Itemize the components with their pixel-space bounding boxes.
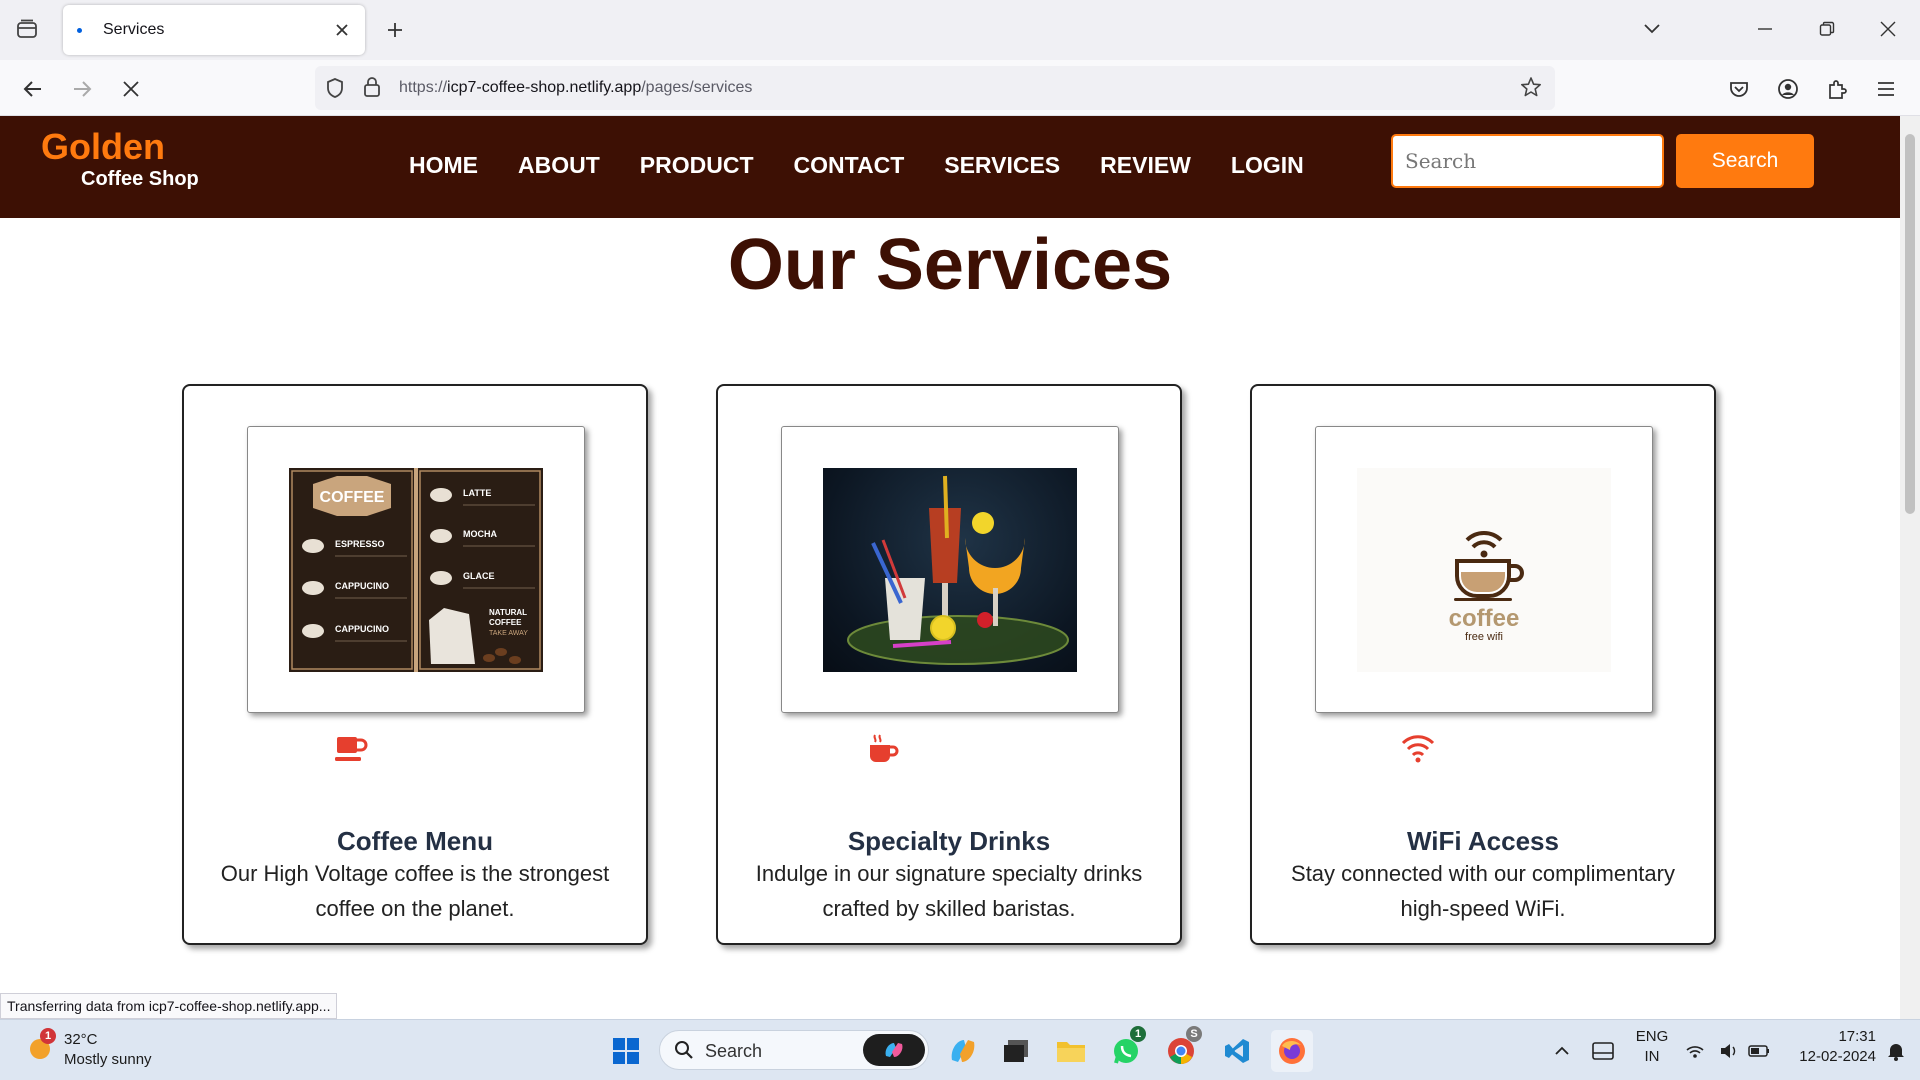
weather-badge: 1 bbox=[40, 1028, 56, 1044]
brand-subtitle[interactable]: Coffee Shop bbox=[81, 168, 199, 191]
tracking-protection-shield-icon[interactable] bbox=[325, 77, 345, 104]
tab-title: Services bbox=[103, 21, 165, 38]
stop-loading-icon[interactable] bbox=[114, 72, 148, 106]
url-scheme: https:// bbox=[399, 79, 448, 96]
taskbar-search-label: Search bbox=[705, 1041, 763, 1061]
touch-keyboard-icon[interactable] bbox=[1582, 1030, 1624, 1072]
image-frame: coffee free wifi bbox=[1315, 426, 1653, 713]
mug-icon bbox=[332, 731, 368, 767]
menu-promo-line-2: COFFEE bbox=[489, 618, 522, 627]
site-nav: HOME ABOUT PRODUCT CONTACT SERVICES REVI… bbox=[409, 152, 1304, 179]
browser-nav-bar: https://icp7-coffee-shop.netlify.app/pag… bbox=[0, 60, 1920, 116]
language-region[interactable]: IN bbox=[1627, 1048, 1677, 1065]
page-viewport: Golden Coffee Shop HOME ABOUT PRODUCT CO… bbox=[0, 116, 1900, 1019]
nav-about[interactable]: ABOUT bbox=[518, 152, 600, 179]
wifi-icon bbox=[1400, 731, 1436, 767]
list-all-tabs-icon[interactable] bbox=[1632, 12, 1672, 46]
menu-promo-line-3: TAKE AWAY bbox=[489, 630, 528, 637]
coffee-wifi-logo-image: coffee free wifi bbox=[1357, 468, 1611, 672]
nav-product[interactable]: PRODUCT bbox=[640, 152, 754, 179]
pocket-icon[interactable] bbox=[1722, 72, 1756, 106]
task-view-icon[interactable] bbox=[995, 1030, 1037, 1072]
image-frame: COFFEE ESPRESSO CAPPUCINO CAPPUCINO LATT… bbox=[247, 426, 585, 713]
hamburger-menu-icon[interactable] bbox=[1869, 72, 1903, 106]
clock-date[interactable]: 12-02-2024 bbox=[1776, 1048, 1876, 1065]
nav-contact[interactable]: CONTACT bbox=[794, 152, 905, 179]
service-description: Our High Voltage coffee is the strongest… bbox=[220, 861, 610, 921]
browser-tab-bar: Services bbox=[0, 0, 1920, 60]
site-search-button[interactable]: Search bbox=[1676, 134, 1814, 188]
service-card-wifi-access: coffee free wifi WiFi Access Stay connec… bbox=[1250, 384, 1716, 945]
service-card-specialty-drinks: Specialty Drinks Indulge in our signatur… bbox=[716, 384, 1182, 945]
firefox-icon[interactable] bbox=[1271, 1030, 1313, 1072]
bookmark-star-icon[interactable] bbox=[1520, 76, 1542, 103]
new-tab-button[interactable] bbox=[380, 15, 410, 45]
taskbar-search[interactable]: Search bbox=[659, 1030, 929, 1070]
url-text[interactable]: https://icp7-coffee-shop.netlify.app/pag… bbox=[399, 79, 752, 97]
logo-wordmark: coffee bbox=[1449, 605, 1520, 632]
menu-item-left-2: CAPPUCINO bbox=[335, 581, 389, 591]
taskbar: 1 32°C Mostly sunny Search 1 S ENG IN 17… bbox=[0, 1019, 1920, 1080]
padlock-icon[interactable] bbox=[363, 76, 381, 103]
tab-list-icon[interactable] bbox=[12, 14, 42, 44]
page-title: Our Services bbox=[727, 225, 1173, 305]
copilot-preview-icon[interactable] bbox=[942, 1030, 984, 1072]
weather-temperature[interactable]: 32°C bbox=[64, 1031, 98, 1048]
site-search-input[interactable] bbox=[1391, 134, 1664, 188]
url-host: icp7-coffee-shop.netlify.app bbox=[447, 79, 642, 96]
loading-indicator-icon bbox=[77, 28, 82, 33]
menu-item-left-1: ESPRESSO bbox=[335, 539, 385, 549]
back-arrow-icon[interactable] bbox=[16, 72, 50, 106]
menu-item-left-3: CAPPUCINO bbox=[335, 624, 389, 634]
status-text: Transferring data from icp7-coffee-shop.… bbox=[0, 993, 338, 1019]
nav-login[interactable]: LOGIN bbox=[1231, 152, 1304, 179]
account-icon[interactable] bbox=[1771, 72, 1805, 106]
forward-arrow-icon[interactable] bbox=[65, 72, 99, 106]
coffee-menu-image: COFFEE ESPRESSO CAPPUCINO CAPPUCINO LATT… bbox=[289, 468, 543, 672]
close-tab-icon[interactable] bbox=[329, 17, 355, 43]
menu-badge-text: COFFEE bbox=[320, 489, 385, 506]
whatsapp-badge: 1 bbox=[1130, 1026, 1146, 1042]
steaming-cup-icon bbox=[866, 731, 902, 767]
notification-bell-icon[interactable] bbox=[1878, 1030, 1914, 1072]
minimize-window-icon[interactable] bbox=[1745, 12, 1785, 46]
url-path: /pages/services bbox=[641, 79, 753, 96]
specialty-drinks-image bbox=[823, 468, 1077, 672]
page-scrollbar[interactable] bbox=[1900, 116, 1920, 1019]
scrollbar-thumb[interactable] bbox=[1905, 134, 1915, 514]
nav-home[interactable]: HOME bbox=[409, 152, 478, 179]
tab-services[interactable]: Services bbox=[63, 5, 365, 55]
nav-review[interactable]: REVIEW bbox=[1100, 152, 1191, 179]
logo-tagline: free wifi bbox=[1465, 631, 1503, 643]
menu-item-right-2: MOCHA bbox=[463, 529, 497, 539]
site-header: Golden Coffee Shop HOME ABOUT PRODUCT CO… bbox=[0, 116, 1900, 218]
service-description: Indulge in our signature specialty drink… bbox=[755, 861, 1143, 921]
service-title: WiFi Access bbox=[1407, 826, 1559, 856]
menu-promo-line-1: NATURAL bbox=[489, 608, 527, 617]
extensions-puzzle-icon[interactable] bbox=[1820, 72, 1854, 106]
clock-time[interactable]: 17:31 bbox=[1776, 1028, 1876, 1045]
nav-services[interactable]: SERVICES bbox=[944, 152, 1060, 179]
weather-description[interactable]: Mostly sunny bbox=[64, 1051, 152, 1068]
file-explorer-icon[interactable] bbox=[1050, 1030, 1092, 1072]
menu-item-right-1: LATTE bbox=[463, 488, 491, 498]
language-code[interactable]: ENG bbox=[1627, 1028, 1677, 1045]
chrome-profile-badge: S bbox=[1186, 1026, 1202, 1042]
close-window-icon[interactable] bbox=[1868, 12, 1908, 46]
search-icon bbox=[674, 1040, 694, 1065]
brand-name[interactable]: Golden bbox=[41, 126, 165, 168]
windows-start-icon[interactable] bbox=[605, 1030, 647, 1072]
vscode-icon[interactable] bbox=[1216, 1030, 1258, 1072]
service-title: Specialty Drinks bbox=[847, 826, 1051, 856]
service-title: Coffee Menu bbox=[337, 826, 493, 856]
url-bar[interactable]: https://icp7-coffee-shop.netlify.app/pag… bbox=[315, 66, 1555, 110]
service-description: Stay connected with our complimentary hi… bbox=[1291, 861, 1675, 921]
copilot-icon[interactable] bbox=[863, 1034, 925, 1066]
menu-item-right-3: GLACE bbox=[463, 571, 495, 581]
restore-window-icon[interactable] bbox=[1807, 12, 1847, 46]
show-hidden-icons-icon[interactable] bbox=[1541, 1030, 1583, 1072]
service-card-coffee-menu: COFFEE ESPRESSO CAPPUCINO CAPPUCINO LATT… bbox=[182, 384, 648, 945]
quick-settings[interactable] bbox=[1677, 1030, 1777, 1072]
image-frame bbox=[781, 426, 1119, 713]
